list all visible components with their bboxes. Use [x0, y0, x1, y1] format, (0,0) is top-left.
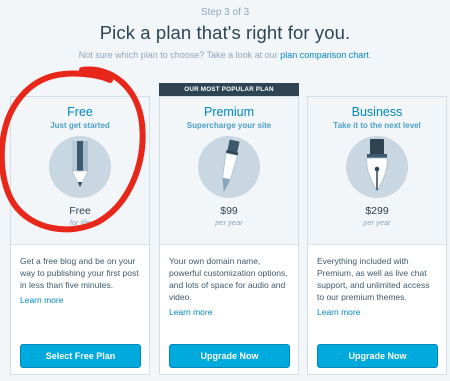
fountain-pen-icon [346, 136, 408, 198]
plan-name: Free [67, 105, 93, 119]
popular-plan-badge: OUR MOST POPULAR PLAN [159, 83, 299, 97]
plan-comparison-link[interactable]: plan comparison chart [280, 50, 369, 60]
plan-card-header: Premium Supercharge your site $99 per ye… [160, 97, 298, 245]
step-indicator: Step 3 of 3 [200, 7, 250, 18]
page-title: Pick a plan that's right for you. [99, 22, 351, 43]
learn-more-link[interactable]: Learn more [11, 291, 149, 305]
plan-card-free: Free Just get started Free for life Get … [10, 96, 150, 375]
plan-card-header: Business Take it to the next level $299 … [308, 97, 446, 245]
plan-picker-page: Step 3 of 3 Pick a plan that's right for… [0, 0, 450, 381]
plan-description: Get a free blog and be on your way to pu… [20, 256, 139, 290]
plan-period: per year [363, 218, 391, 227]
plan-price: $299 [365, 205, 389, 217]
plan-name: Premium [203, 105, 254, 119]
plan-price: $99 [220, 205, 238, 217]
plan-tagline: Just get started [50, 121, 110, 130]
plan-tagline: Take it to the next level [333, 121, 421, 130]
learn-more-link[interactable]: Learn more [160, 303, 298, 317]
plan-period: per year [215, 218, 243, 227]
upgrade-business-button[interactable]: Upgrade Now [317, 344, 438, 368]
plan-name: Business [351, 105, 403, 119]
plan-card-header: Free Just get started Free for life [11, 97, 149, 245]
plan-card-business: Business Take it to the next level $299 … [307, 96, 447, 375]
pencil-icon [49, 136, 111, 198]
plan-period: for life [69, 218, 91, 227]
subtitle-text: Not sure which plan to choose? Take a lo… [78, 50, 281, 60]
page-subtitle: Not sure which plan to choose? Take a lo… [0, 50, 450, 60]
plan-price: Free [69, 205, 91, 217]
paintbrush-icon [198, 136, 260, 198]
plan-description: Everything included with Premium, as wel… [317, 256, 430, 302]
plan-description: Your own domain name, powerful customiza… [169, 256, 288, 302]
subtitle-period: . [368, 50, 372, 60]
plan-tagline: Supercharge your site [186, 121, 272, 130]
plan-card-premium: Premium Supercharge your site $99 per ye… [159, 96, 299, 375]
learn-more-link[interactable]: Learn more [308, 303, 446, 317]
upgrade-premium-button[interactable]: Upgrade Now [169, 344, 290, 368]
select-free-plan-button[interactable]: Select Free Plan [20, 344, 141, 368]
